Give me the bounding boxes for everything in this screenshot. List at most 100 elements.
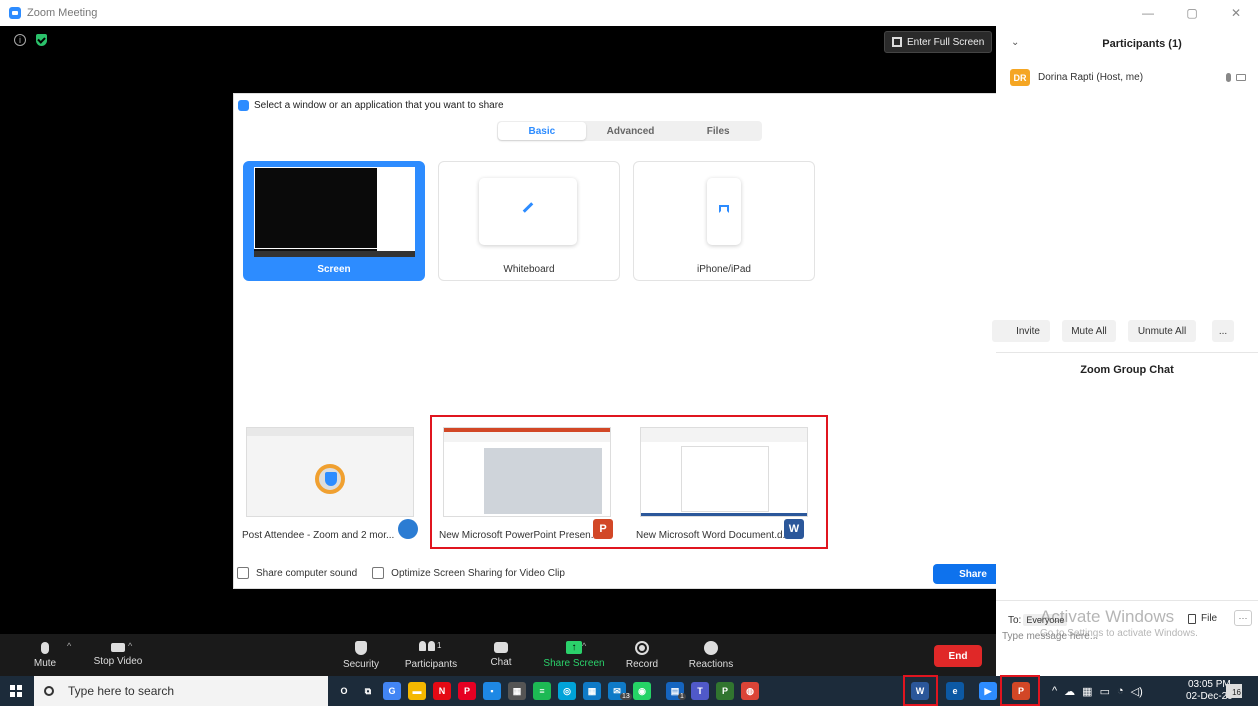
video-options-chevron-icon[interactable]: ^ <box>128 641 132 651</box>
audio-options-chevron-icon[interactable]: ^ <box>67 641 71 651</box>
chat-to-label: To: <box>1008 614 1022 626</box>
tab-basic[interactable]: Basic <box>498 122 586 140</box>
taskbar-spotify-icon[interactable]: ≡ <box>533 682 551 700</box>
chat-button[interactable]: Chat <box>486 634 516 676</box>
share-option-screen[interactable]: Screen <box>243 161 425 281</box>
volume-icon[interactable]: ◁) <box>1131 685 1143 698</box>
share-option-whiteboard[interactable]: Whiteboard <box>438 161 620 281</box>
taskbar-google-icon[interactable]: G <box>383 682 401 700</box>
enter-full-screen-button[interactable]: Enter Full Screen <box>884 31 993 53</box>
notifications-icon[interactable]: 16 <box>1226 684 1242 698</box>
taskbar-calendar-icon[interactable]: ▦ <box>583 682 601 700</box>
edge-badge-icon <box>398 519 418 539</box>
screen-label: Screen <box>317 264 351 275</box>
dialog-title: Select a window or an application that y… <box>254 99 504 111</box>
invite-button[interactable]: Invite <box>992 320 1050 342</box>
taskbar-file-explorer-icon[interactable]: ▬ <box>408 682 426 700</box>
battery-icon[interactable]: ▭ <box>1100 685 1110 698</box>
search-placeholder: Type here to search <box>68 684 175 698</box>
tab-files[interactable]: Files <box>674 121 762 141</box>
chat-more-button[interactable]: ··· <box>1234 610 1252 626</box>
share-screen-icon: ↑ <box>566 641 582 654</box>
share-options-chevron-icon[interactable]: ^ <box>582 641 586 651</box>
stop-video-label: Stop Video <box>93 656 143 667</box>
microphone-icon <box>41 641 49 654</box>
participants-icon: 1 <box>419 640 443 655</box>
optimize-video-checkbox[interactable] <box>372 567 385 579</box>
security-button[interactable]: Security <box>340 634 382 676</box>
camera-icon <box>111 643 125 652</box>
more-options-button[interactable]: ... <box>1212 320 1234 342</box>
taskbar-edge-icon[interactable]: e <box>946 682 964 700</box>
maximize-button[interactable]: ▢ <box>1170 0 1214 26</box>
activate-windows-subtext: Go to Settings to activate Windows. <box>1040 628 1198 639</box>
taskbar-project-icon[interactable]: P <box>716 682 734 700</box>
record-button[interactable]: Record <box>624 634 660 676</box>
share-sound-label: Share computer sound <box>256 567 358 579</box>
browser-window-label: Post Attendee - Zoom and 2 mor... <box>242 530 395 541</box>
meeting-toolbar: Mute ^ Stop Video ^ Security 1 Participa… <box>0 634 996 676</box>
highlight-powerpoint-taskbar <box>1000 675 1040 706</box>
end-meeting-button[interactable]: End <box>934 645 982 667</box>
screen-thumbnail <box>254 167 415 257</box>
taskbar-search-box[interactable]: Type here to search <box>34 676 328 706</box>
share-screen-label: Share Screen <box>543 658 605 669</box>
record-icon <box>635 640 649 655</box>
taskbar-app-teal-icon[interactable]: ◎ <box>558 682 576 700</box>
fullscreen-label: Enter Full Screen <box>907 36 985 48</box>
participant-name: Dorina Rapti (Host, me) <box>1038 72 1144 83</box>
share-option-iphone-ipad[interactable]: iPhone/iPad <box>633 161 815 281</box>
taskbar-app-blue-icon[interactable]: ▪ <box>483 682 501 700</box>
fullscreen-icon <box>892 37 902 47</box>
taskbar-netflix-icon[interactable]: N <box>433 682 451 700</box>
onedrive-icon[interactable]: ☁ <box>1064 685 1075 698</box>
tab-advanced[interactable]: Advanced <box>587 121 675 141</box>
chat-label: Chat <box>490 657 512 668</box>
taskbar-cortana-icon[interactable]: O <box>335 682 353 700</box>
minimize-button[interactable]: — <box>1126 0 1170 26</box>
collapse-chevron-icon[interactable]: ⌄ <box>1011 37 1019 48</box>
network-icon[interactable]: ▦ <box>1082 685 1092 698</box>
reactions-button[interactable]: Reactions <box>686 634 736 676</box>
taskbar-zoom-icon[interactable]: ▶ <box>979 682 997 700</box>
taskbar-calculator-icon[interactable]: ▦ <box>508 682 526 700</box>
share-tabs: Basic Advanced Files <box>497 121 762 141</box>
tray-chevron-icon[interactable]: ^ <box>1052 685 1057 697</box>
windows-start-icon[interactable] <box>10 685 22 697</box>
record-label: Record <box>625 658 659 670</box>
mute-all-button[interactable]: Mute All <box>1062 320 1116 342</box>
taskbar-whatsapp-icon[interactable]: ◉ <box>633 682 651 700</box>
chat-divider <box>996 600 1258 601</box>
share-window-browser[interactable]: Post Attendee - Zoom and 2 mor... <box>238 419 422 549</box>
optimize-video-label: Optimize Screen Sharing for Video Clip <box>391 567 565 579</box>
close-button[interactable]: ✕ <box>1214 0 1258 26</box>
search-icon <box>44 686 54 696</box>
participants-label: Participants <box>404 658 458 670</box>
meeting-info-icon[interactable]: i <box>14 34 26 46</box>
unmute-all-button[interactable]: Unmute All <box>1128 320 1196 342</box>
highlight-box <box>430 415 828 549</box>
browser-thumbnail <box>246 427 414 517</box>
security-shield-icon <box>355 640 367 655</box>
chat-icon <box>494 642 508 653</box>
participant-row[interactable]: DR Dorina Rapti (Host, me) <box>1010 69 1143 86</box>
stop-video-button[interactable]: Stop Video <box>88 634 148 676</box>
participants-button[interactable]: 1 Participants <box>400 634 462 676</box>
window-titlebar: Zoom Meeting — ▢ ✕ <box>0 0 1258 26</box>
highlight-word-taskbar <box>903 675 938 706</box>
wifi-icon[interactable]: ◔ <box>1117 685 1124 697</box>
taskbar-chrome-icon[interactable]: ◍ <box>741 682 759 700</box>
encryption-shield-icon[interactable] <box>36 34 47 46</box>
taskbar-teams-icon[interactable]: T <box>691 682 709 700</box>
file-button[interactable]: File <box>1188 613 1217 624</box>
taskbar-pinterest-icon[interactable]: P <box>458 682 476 700</box>
taskbar-task-view-icon[interactable]: ⧉ <box>359 682 377 700</box>
pen-icon <box>522 202 534 213</box>
share-screen-button[interactable]: ↑ Share Screen <box>540 634 608 676</box>
zoom-dialog-icon <box>238 99 249 111</box>
taskbar-app-files-count-badge: 1 <box>678 693 686 700</box>
share-sound-checkbox[interactable] <box>237 567 249 579</box>
mute-button[interactable]: Mute <box>30 634 60 676</box>
security-label: Security <box>342 658 380 670</box>
mute-label: Mute <box>33 657 57 669</box>
